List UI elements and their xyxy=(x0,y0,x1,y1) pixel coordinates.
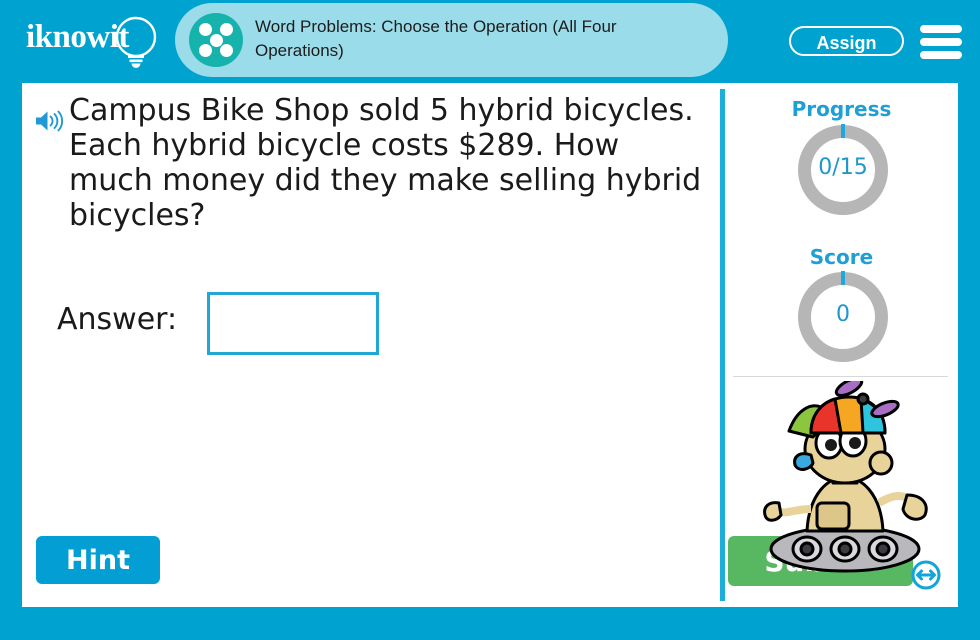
menu-bar xyxy=(920,51,962,59)
score-label: Score xyxy=(809,245,874,269)
score-value: 0 xyxy=(836,302,850,327)
answer-input[interactable] xyxy=(207,292,379,355)
lesson-title: Word Problems: Choose the Operation (All… xyxy=(255,17,617,60)
dot xyxy=(199,44,212,57)
panel-separator xyxy=(733,376,948,377)
ring-tick xyxy=(841,124,845,138)
dot xyxy=(199,23,212,36)
menu-bar xyxy=(920,25,962,33)
hint-button[interactable]: Hint xyxy=(36,536,160,584)
robot-mascot-icon xyxy=(763,381,928,573)
dot xyxy=(209,33,223,47)
lightbulb-icon xyxy=(115,16,157,68)
speaker-icon[interactable] xyxy=(35,109,65,133)
ring-tick xyxy=(841,271,845,285)
app-window: iknowit Word Problems: Choose the Operat… xyxy=(0,0,980,640)
progress-value: 0/15 xyxy=(818,155,868,180)
dot xyxy=(220,44,233,57)
lesson-title-band: Word Problems: Choose the Operation (All… xyxy=(175,3,728,77)
progress-label: Progress xyxy=(791,97,892,121)
dot xyxy=(220,23,233,36)
menu-bar xyxy=(920,38,962,46)
resize-horizontal-icon[interactable] xyxy=(911,560,941,590)
assign-button[interactable]: Assign xyxy=(789,26,904,56)
question-text: Campus Bike Shop sold 5 hybrid bicycles.… xyxy=(69,93,702,233)
answer-label: Answer: xyxy=(57,302,178,337)
dice-five-icon xyxy=(189,13,243,67)
app-header: iknowit Word Problems: Choose the Operat… xyxy=(0,0,980,80)
hamburger-menu-icon[interactable] xyxy=(920,25,962,59)
brand-logo[interactable]: iknowit xyxy=(22,13,172,69)
content-card: Campus Bike Shop sold 5 hybrid bicycles.… xyxy=(22,83,958,607)
score-ring: 0 xyxy=(798,271,888,362)
progress-ring: 0/15 xyxy=(798,124,888,215)
status-panel: Progress 0/15 Score 0 xyxy=(725,83,958,607)
